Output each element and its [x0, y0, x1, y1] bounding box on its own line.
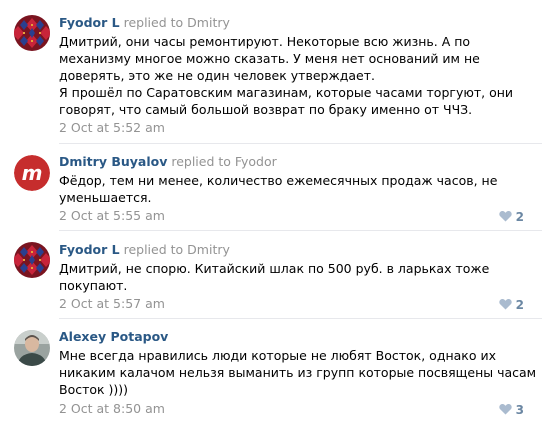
comment-text: Дмитрий, не спорю. Китайский шлак по 500… — [59, 260, 489, 294]
replied-to-label: replied to — [123, 15, 184, 30]
comment-item: m Dmitry Buyalov replied to Fyodor Фёдор… — [0, 152, 542, 232]
author-name[interactable]: Dmitry Buyalov — [59, 154, 167, 169]
heart-icon — [498, 299, 512, 310]
heart-icon — [498, 211, 512, 222]
red-pattern-avatar-icon[interactable] — [14, 15, 50, 51]
avatar-letter: m — [22, 161, 43, 185]
like-count: 2 — [515, 210, 524, 224]
red-pattern-avatar-icon[interactable] — [14, 242, 50, 278]
reply-target-name[interactable]: Dmitry — [187, 15, 230, 30]
comment-date[interactable]: 2 Oct at 8:50 am — [59, 401, 165, 417]
comment-text-line: Восток )))) — [59, 382, 129, 397]
comment-date[interactable]: 2 Oct at 5:57 am — [59, 296, 165, 312]
reply-target-name[interactable]: Fyodor — [235, 154, 277, 169]
like-count: 2 — [515, 298, 524, 312]
like-button[interactable]: 3 — [498, 403, 524, 417]
comment-text-line: никаким калачом нельзя выманить из групп… — [59, 365, 537, 380]
author-name[interactable]: Fyodor L — [59, 242, 120, 257]
comment-item: Alexey Potapov Мне всегда нравились люди… — [0, 327, 542, 427]
replied-to-label: replied to — [123, 242, 184, 257]
comment-date[interactable]: 2 Oct at 5:52 am — [59, 120, 165, 136]
comment-text: Дмитрий, они часы ремонтируют. Некоторые… — [59, 33, 513, 118]
comment-text-line: Я прошёл по Саратовским магазинам, котор… — [59, 85, 514, 100]
comment-header: Dmitry Buyalov replied to Fyodor — [59, 154, 277, 170]
like-button[interactable]: 2 — [498, 210, 524, 224]
comment-text-line: механизму многое можно сказать. У меня н… — [59, 51, 480, 66]
comment-text-line: Мне всегда нравились люди которые не люб… — [59, 348, 496, 363]
comment-divider — [59, 230, 542, 231]
comment-divider — [59, 143, 542, 144]
comment-text: Мне всегда нравились люди которые не люб… — [59, 347, 536, 398]
like-button[interactable]: 2 — [498, 298, 524, 312]
photo-avatar-icon[interactable] — [14, 330, 50, 366]
comment-text-line: Фёдор, тем ни менее, количество ежемесяч… — [59, 173, 498, 188]
comment-item: Fyodor L replied to Dmitry Дмитрий, они … — [0, 13, 542, 145]
red-m-logo-avatar-icon[interactable]: m — [14, 155, 50, 191]
comment-item: Fyodor L replied to Dmitry Дмитрий, не с… — [0, 240, 542, 316]
comment-text-line: говорят, что самый большой возврат по бр… — [59, 102, 473, 117]
comment-header: Fyodor L replied to Dmitry — [59, 15, 230, 31]
comment-text: Фёдор, тем ни менее, количество ежемесяч… — [59, 172, 497, 206]
comment-text-line: уменьшается. — [59, 190, 152, 205]
like-count: 3 — [515, 403, 524, 417]
replied-to-label: replied to — [171, 154, 231, 169]
comment-text-line: Дмитрий, они часы ремонтируют. Некоторые… — [59, 34, 471, 49]
comment-date[interactable]: 2 Oct at 5:55 am — [59, 208, 165, 224]
reply-target-name[interactable]: Dmitry — [187, 242, 230, 257]
comment-divider — [59, 318, 542, 319]
comment-text-line: Дмитрий, не спорю. Китайский шлак по 500… — [59, 261, 490, 276]
author-name[interactable]: Alexey Potapov — [59, 329, 168, 344]
comment-text-line: покупают. — [59, 278, 128, 293]
comment-text-line: доверять, это же не один человек утвержд… — [59, 68, 375, 83]
comment-header: Fyodor L replied to Dmitry — [59, 242, 230, 258]
author-name[interactable]: Fyodor L — [59, 15, 120, 30]
heart-icon — [498, 404, 512, 415]
comment-header: Alexey Potapov — [59, 329, 168, 345]
